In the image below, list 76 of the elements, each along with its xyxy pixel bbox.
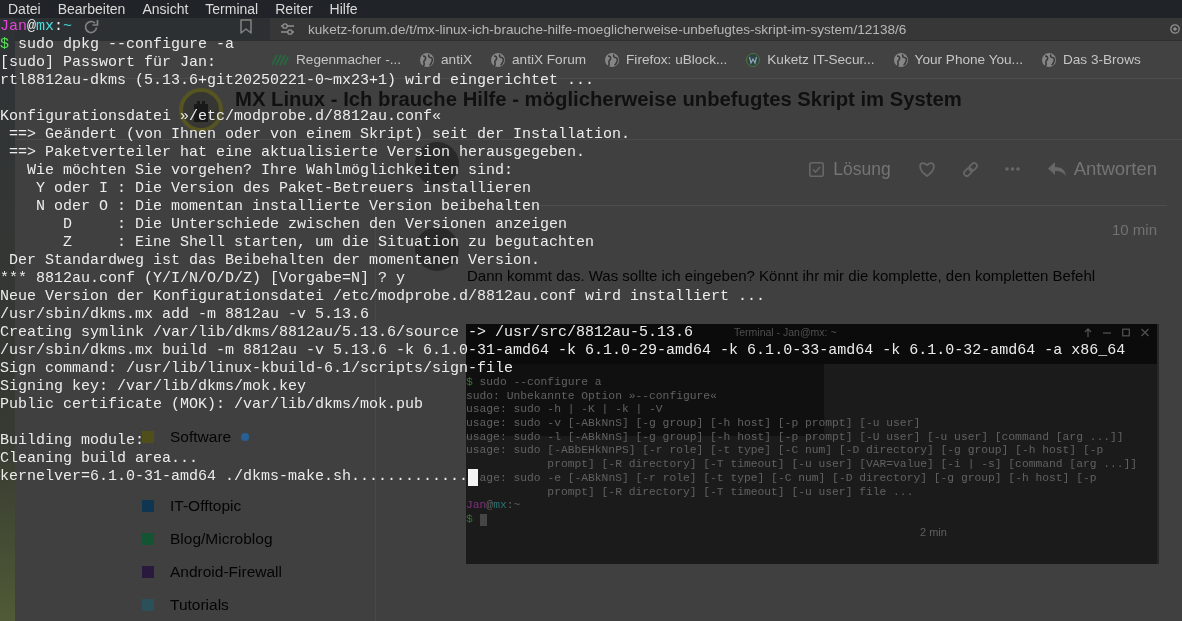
address-bar[interactable]: kuketz-forum.de/t/mx-linux-ich-brauche-hilfe-moeglicherweise-unbefugtes-skript-im-system/12138/6 [270,18,1182,40]
like-button[interactable] [917,161,936,177]
command-line: $ sudo --configure a [466,376,602,390]
terminal-line: age: sudo -e [-ABkNnS] [-r role] [-t type] [-C num] [-D directory] [-g group] [-h host] [-p [479,471,1097,486]
terminal-line: ==> Geändert (von Ihnen oder von einem Skript) seit der Installation. [8,128,631,142]
globe-icon [491,52,505,67]
terminal-line: Building module: [0,434,145,448]
terminal-line: D : Die Unterschiede zwischen den Versionen anzeigen [62,218,568,232]
menu-item[interactable]: Datei [8,1,41,17]
ellipsis-icon [1004,167,1020,171]
terminal-line: Neue Version der Konfigurationsdatei /etc/modprobe.d/8812au.conf wird installiert ... [0,290,766,304]
menu-item[interactable]: Ansicht [142,1,189,17]
menu-item[interactable]: Terminal [205,1,259,17]
terminal-line: Creating symlink /var/lib/dkms/8812au/5.13.6/source -> /usr/src/8812au-5.13.6 [0,326,694,340]
terminal-line: prompt] [-R directory] [-T timeout] [-u user] file ... [546,485,914,500]
globe-icon [893,52,908,67]
terminal-line: Der Standardweg ist das Beibehalten der momentanen Version. [8,254,541,268]
terminal-line: *** 8812au.conf (Y/I/N/O/D/Z) [Vorgabe=N] ? y [0,272,406,286]
bookmark-link[interactable]: Firefox: uBlock... [605,52,728,67]
terminal-line: Cleaning build area... [0,452,199,466]
sliders-icon[interactable] [281,23,294,35]
bookmark-link[interactable]: Your Phone You... [893,52,1023,67]
prompt-sign: $ [466,512,473,527]
terminal-line: Public certificate (MOK): /var/lib/dkms/mok.pub [0,398,424,412]
terminal-line: Y oder I : Die Version des Paket-Betreuers installieren [35,182,532,196]
terminal-line: /usr/sbin/dkms.mx add -m 8812au -v 5.13.6 [0,308,370,322]
terminal-line: usage: sudo -h | -K | -k | -V [466,403,663,418]
terminal-line: usage: sudo -v [-ABkNnS] [-g group] [-h host] [-p prompt] [-u user] [466,417,921,431]
globe-icon [420,52,435,67]
text-cursor-icon [479,513,487,526]
reload-icon[interactable] [83,19,99,35]
arrow-up-icon [1084,328,1092,337]
terminal-line: Signing key: /var/lib/dkms/mok.key [0,380,307,394]
terminal-line: rtl8812au-dkms (5.13.6+git20250221-0~mx23+1) wird eingerichtet ... [0,74,595,88]
circle-dot-icon[interactable] [1170,24,1180,34]
terminal-line: sudo: Unbekannte Option »--configure« [466,389,717,404]
terminal-line: usage: sudo -l [-ABkNnS] [-g group] [-h host] [-p prompt] [-U user] [-u user] [command [arg ...]] [466,430,1124,445]
globe-icon [605,52,620,67]
terminal-line: Wie möchten Sie vorgehen? Ihre Wahlmöglichkeiten sind: [26,164,514,178]
checkbox-icon [809,161,825,177]
more-button[interactable] [1004,167,1020,171]
stripes-icon [271,53,289,66]
reply-icon [1046,161,1067,177]
bookmark-link[interactable]: Regenmacher -... [271,52,402,67]
terminal-line: kernelver=6.1.0-31-amd64 ./dkms-make.sh............. [0,470,469,484]
menu-item[interactable]: Hilfe [329,1,358,17]
post-text: Dann kommt das. Was sollte ich eingeben? Könnt ihr mir die komplette, den kompletten Befehl [467,268,1097,283]
terminal-line: [sudo] Passwort für Jan: [0,56,217,70]
terminal-line: prompt] [-R directory] [-T timeout] [-u user] [VAR=value] [-i | -s] [command [arg ...]] [546,458,1138,472]
terminal-line: Z : Eine Shell starten, um die Situation zu begutachten [62,236,595,250]
bookmark-link[interactable]: Das 3-Brows [1041,52,1141,67]
prompt-line: Jan@mx:~ [466,499,521,513]
terminal-line: ==> Paketverteiler hat eine aktualisierte Version herausgegeben. [8,146,586,160]
bookmark-link[interactable]: Kuketz IT-Secur... [746,52,875,67]
link-icon [962,161,978,177]
globe-icon [1041,52,1056,67]
close-icon [1141,328,1149,337]
terminal-line: Konfigurationsdatei »/etc/modprobe.d/8812au.conf« [0,110,442,124]
terminal-line: /usr/sbin/dkms.mx build -m 8812au -v 5.13.6 -k 6.1.0-31-amd64 -k 6.1.0-29-amd64 -k 6.1.0-33-amd64 -k 6.1.0-32-amd64 -a x86_64 [0,344,1126,358]
share-link-button[interactable] [962,161,978,177]
terminal-line: Sign command: /usr/lib/linux-kbuild-6.1/scripts/sign-file [0,362,514,376]
bookmark-icon[interactable] [240,19,252,34]
terminal-line: usage: sudo [-ABbEHkNnPS] [-r role] [-t type] [-C num] [-D directory] [-g group] [-h host] [-p [466,444,1104,459]
heart-icon [917,161,936,177]
maximize-icon [1122,328,1130,337]
command-line: $ sudo dpkg --configure -a [0,38,235,52]
post-time: 2 min [920,526,947,539]
bookmark-link[interactable]: antiX Forum [491,52,587,67]
text-cursor-icon [468,468,479,486]
menu-item[interactable]: Reiter [275,1,313,17]
prompt-line: Jan@mx:~ [0,20,73,34]
terminal-line: N oder O : Die momentan installierte Version beibehalten [35,200,541,214]
menu-item[interactable]: Bearbeiten [57,1,126,17]
window-title: Terminal - Jan@mx: ~ [734,325,837,340]
round-logo-icon [746,52,761,67]
bookmark-link[interactable]: antiX [420,52,472,67]
